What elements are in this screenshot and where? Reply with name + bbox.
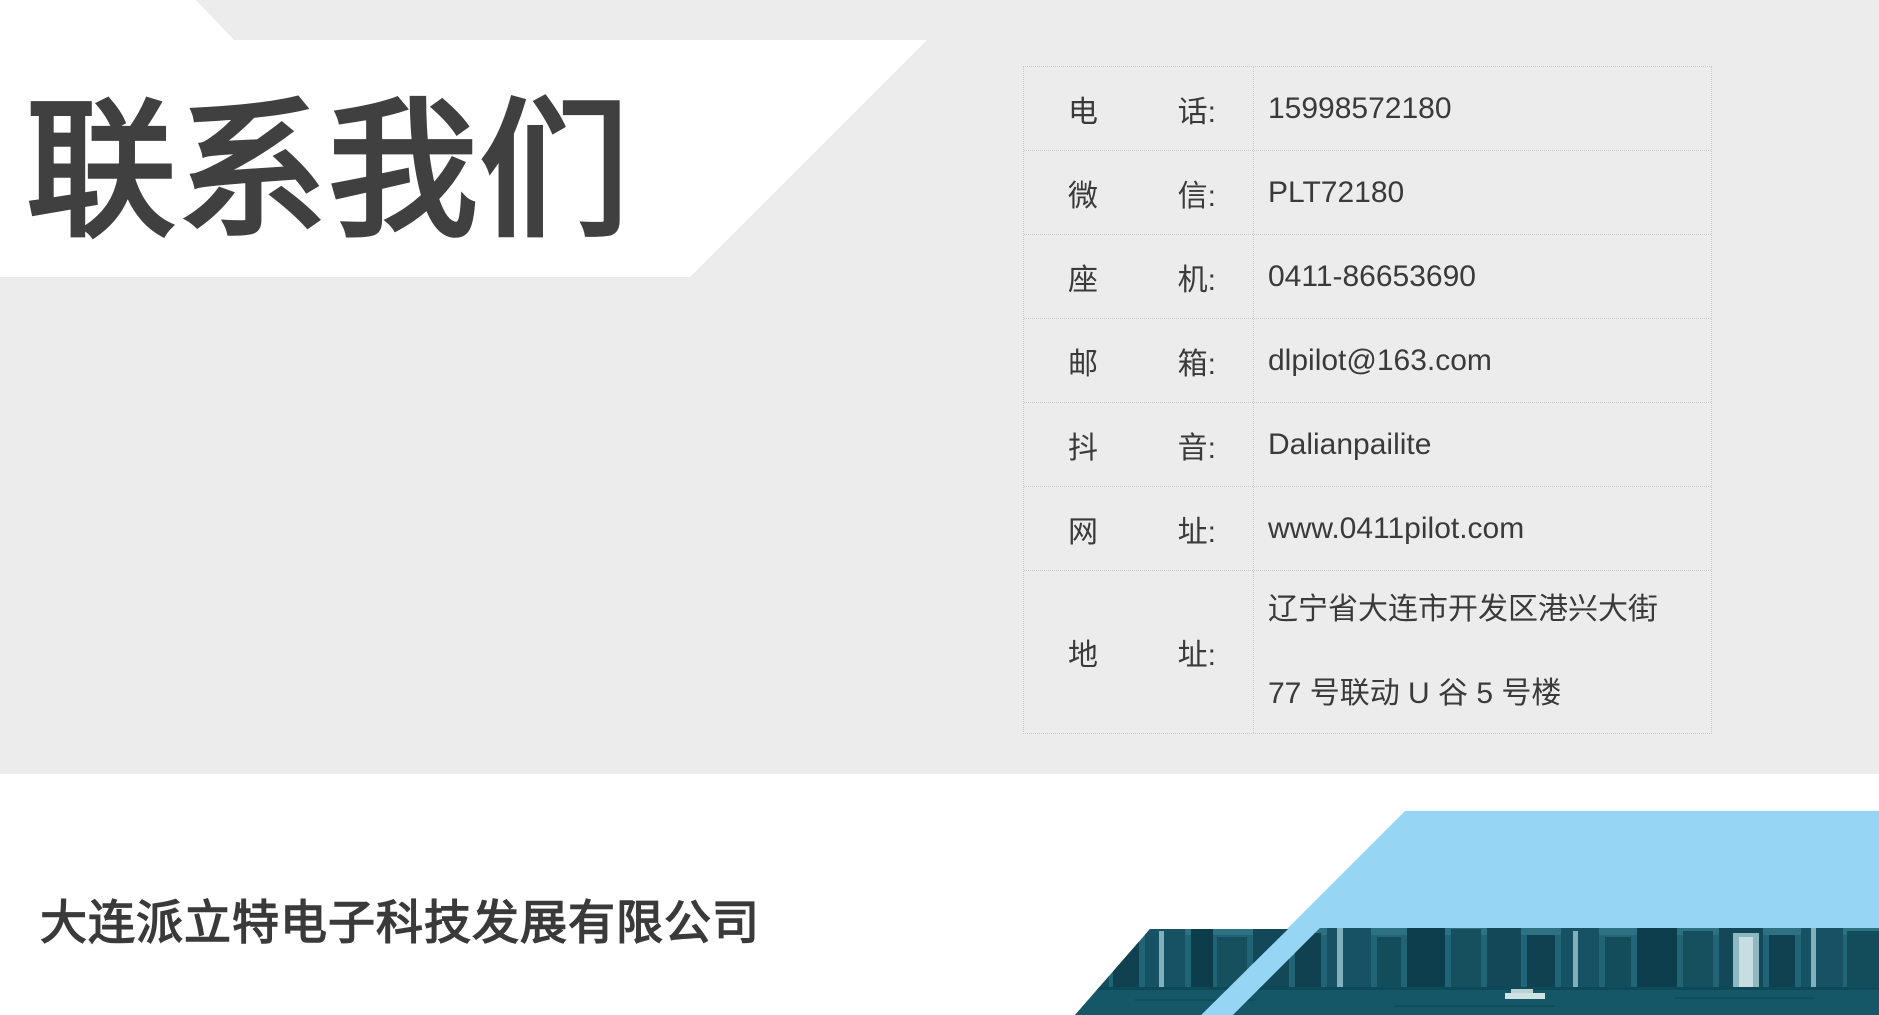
- label-char: 话:: [1178, 87, 1216, 131]
- label-char: 机:: [1178, 255, 1216, 299]
- contact-value: 0411-86653690: [1254, 235, 1711, 318]
- boat: [1511, 989, 1533, 993]
- contact-table: 电 话: 15998572180 微 信: PLT72180 座 机:: [1023, 66, 1712, 734]
- label-char: 微: [1068, 171, 1098, 215]
- label-char: 抖: [1068, 423, 1098, 467]
- label-char: 址:: [1178, 507, 1216, 551]
- corner-art: [1075, 811, 1879, 1015]
- label-char: 网: [1068, 507, 1098, 551]
- label-char: 址:: [1178, 630, 1216, 674]
- table-row-email: 邮 箱: dlpilot@163.com: [1024, 319, 1711, 403]
- contact-label: 微 信:: [1024, 151, 1254, 234]
- contact-value: dlpilot@163.com: [1254, 319, 1711, 402]
- contact-label: 抖 音:: [1024, 403, 1254, 486]
- table-row-website: 网 址: www.0411pilot.com: [1024, 487, 1711, 571]
- contact-label: 地 址:: [1024, 571, 1254, 733]
- city-skyline-photo: [1075, 921, 1879, 1015]
- table-row-wechat: 微 信: PLT72180: [1024, 151, 1711, 235]
- label-char: 邮: [1068, 339, 1098, 383]
- table-row-douyin: 抖 音: Dalianpailite: [1024, 403, 1711, 487]
- table-row-address: 地 址: 辽宁省大连市开发区港兴大街 77 号联动 U 谷 5 号楼: [1024, 571, 1711, 733]
- label-char: 电: [1068, 87, 1098, 131]
- label-char: 地: [1068, 630, 1098, 674]
- contact-label: 邮 箱:: [1024, 319, 1254, 402]
- table-row-phone: 电 话: 15998572180: [1024, 67, 1711, 151]
- contact-value: www.0411pilot.com: [1254, 487, 1711, 570]
- contact-value: Dalianpailite: [1254, 403, 1711, 486]
- label-char: 音:: [1178, 423, 1216, 467]
- contact-slide: 联系我们 电 话: 15998572180 微 信: PLT72180: [0, 0, 1879, 1015]
- company-name: 大连派立特电子科技发展有限公司: [40, 884, 760, 953]
- address-line-2: 77 号联动 U 谷 5 号楼: [1268, 652, 1561, 736]
- table-row-landline: 座 机: 0411-86653690: [1024, 235, 1711, 319]
- label-char: 座: [1068, 255, 1098, 299]
- label-char: 箱:: [1178, 339, 1216, 383]
- contact-label: 电 话:: [1024, 67, 1254, 150]
- contact-value: 辽宁省大连市开发区港兴大街 77 号联动 U 谷 5 号楼: [1254, 571, 1711, 733]
- page-title: 联系我们: [26, 39, 630, 277]
- contact-value: PLT72180: [1254, 151, 1711, 234]
- label-char: 信:: [1178, 171, 1216, 215]
- contact-label: 座 机:: [1024, 235, 1254, 318]
- address-line-1: 辽宁省大连市开发区港兴大街: [1268, 568, 1658, 652]
- contact-value: 15998572180: [1254, 67, 1711, 150]
- contact-label: 网 址:: [1024, 487, 1254, 570]
